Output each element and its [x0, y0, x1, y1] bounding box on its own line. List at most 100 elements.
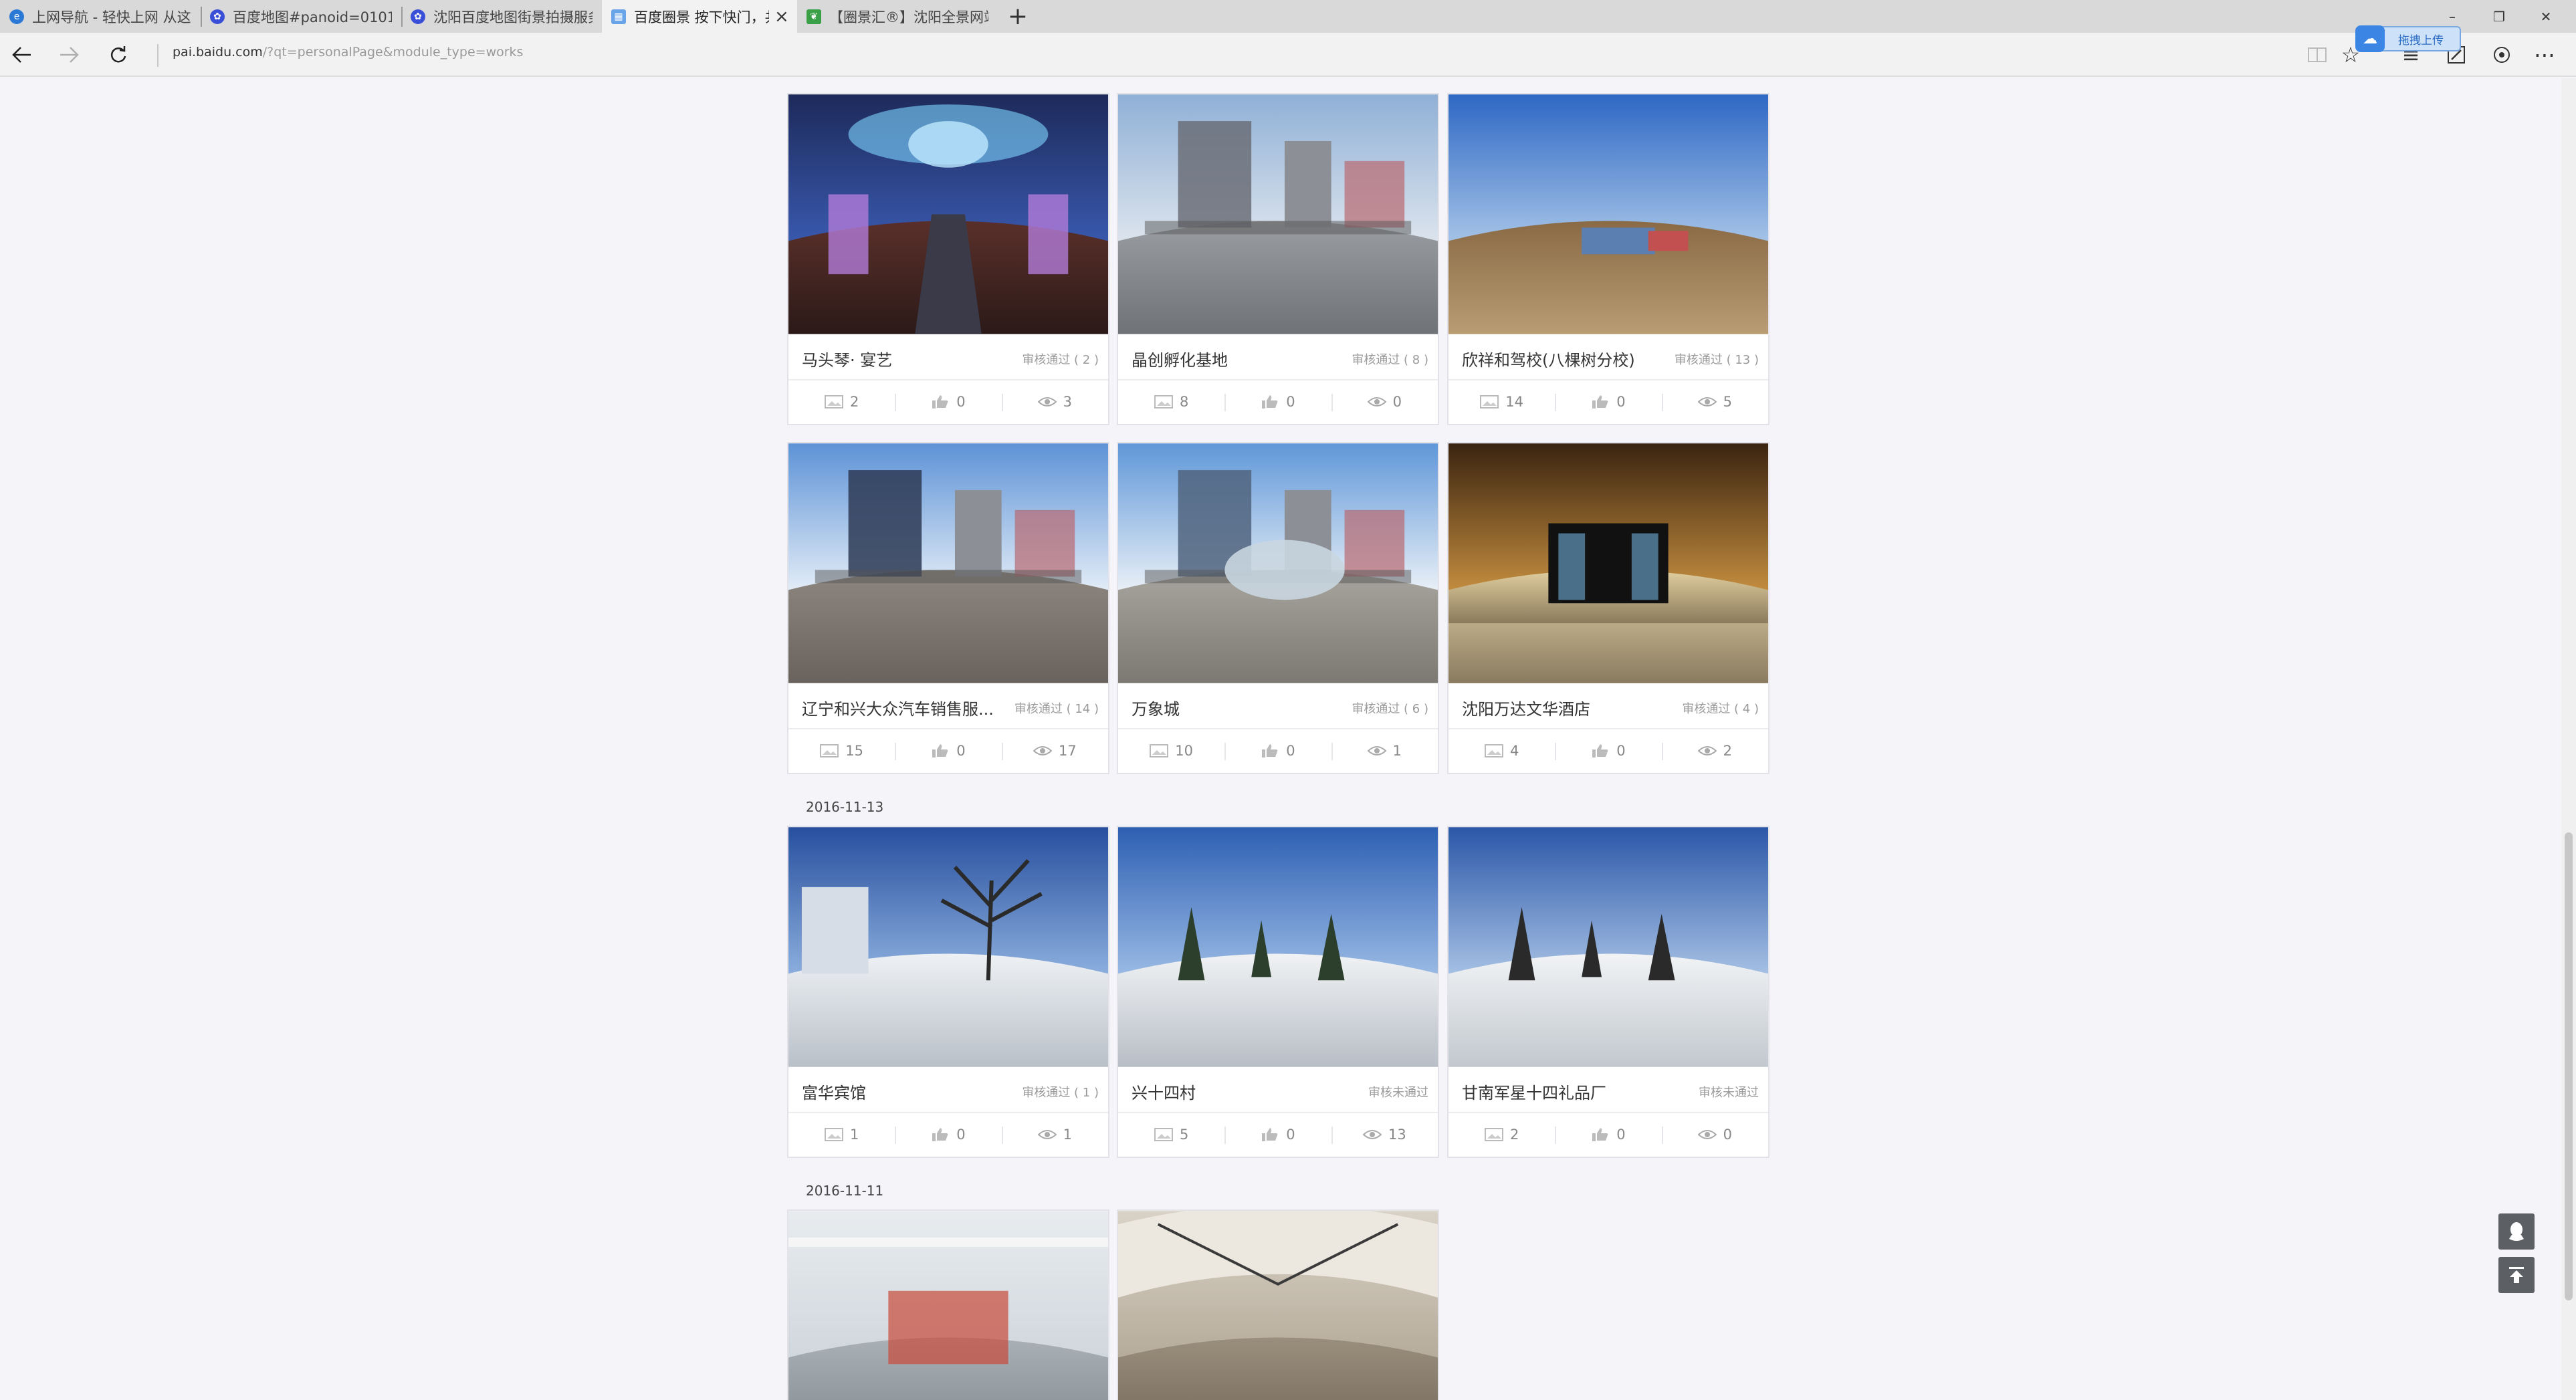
- date-label: 2016-11-13: [806, 799, 884, 815]
- panorama-thumbnail[interactable]: [1118, 94, 1438, 334]
- refresh-button[interactable]: [102, 38, 135, 72]
- reading-view-button[interactable]: [2300, 38, 2334, 72]
- view-count: 1: [1331, 729, 1438, 772]
- panorama-thumbnail[interactable]: [1118, 827, 1438, 1067]
- view-count-value: 0: [1392, 394, 1402, 410]
- work-card[interactable]: 富华宾馆 审核通过 ( 1 ) 1 0 1: [787, 826, 1109, 1158]
- qq-contact-button[interactable]: [2498, 1213, 2535, 1250]
- tab-2[interactable]: ✿ 沈阳百度地图街景拍摄服务: [401, 0, 602, 33]
- like-count-value: 0: [956, 394, 966, 410]
- photo-count-icon: [824, 395, 843, 409]
- qq-icon: [2509, 1222, 2524, 1241]
- like-count[interactable]: 0: [1555, 380, 1661, 423]
- eye-icon: [1697, 397, 1717, 406]
- back-to-top-button[interactable]: [2498, 1257, 2535, 1293]
- work-title[interactable]: 富华宾馆: [802, 1080, 866, 1103]
- panorama-thumbnail[interactable]: [1448, 94, 1768, 334]
- work-title[interactable]: 沈阳万达文华酒店: [1462, 696, 1590, 719]
- thumbs-up-icon: [1592, 744, 1608, 757]
- panorama-thumbnail[interactable]: [788, 94, 1108, 334]
- tab-strip: e 上网导航 - 轻快上网 从这里 ✿ 百度地图#panoid=010117C …: [0, 0, 2576, 33]
- work-stats: 8 0 0: [1118, 379, 1438, 423]
- like-count[interactable]: 0: [1224, 1113, 1331, 1156]
- panorama-thumbnail[interactable]: [788, 1211, 1108, 1400]
- photo-count-value: 8: [1179, 394, 1189, 410]
- like-count[interactable]: 0: [895, 380, 1001, 423]
- work-title[interactable]: 万象城: [1132, 696, 1180, 719]
- view-count: 3: [1001, 380, 1108, 423]
- tab-3-active[interactable]: ▦ 百度圈景 按下快门，共 ×: [602, 0, 797, 33]
- panorama-thumbnail[interactable]: [1118, 443, 1438, 683]
- back-button[interactable]: [5, 38, 39, 72]
- panorama-thumbnail-image: [788, 94, 1108, 334]
- photo-count-icon: [824, 1128, 843, 1141]
- work-title[interactable]: 欣祥和驾校(八棵树分校): [1462, 347, 1635, 370]
- review-status: 审核通过 ( 14 ): [1014, 702, 1099, 716]
- tab-label: 【圈景汇®】沈阳全景网站: [829, 9, 988, 25]
- work-card[interactable]: 万象城 审核通过 ( 6 ) 10 0 1: [1117, 442, 1439, 774]
- scrollbar-thumb[interactable]: [2565, 832, 2573, 1300]
- work-card[interactable]: 沈阳万达文华酒店 审核通过 ( 4 ) 4 0 2: [1447, 442, 1769, 774]
- work-card[interactable]: 欣祥和驾校(八棵树分校) 审核通过 ( 13 ) 14 0 5: [1447, 93, 1769, 425]
- thumbs-up-icon: [1262, 1128, 1278, 1141]
- thumbs-up-icon: [1592, 395, 1608, 409]
- like-count[interactable]: 0: [895, 1113, 1001, 1156]
- work-title[interactable]: 辽宁和兴大众汽车销售服...: [802, 696, 994, 719]
- panorama-thumbnail[interactable]: [1118, 1211, 1438, 1400]
- panorama-thumbnail-image: [1118, 827, 1438, 1067]
- work-stats: 5 0 13: [1118, 1112, 1438, 1156]
- photo-count-value: 5: [1179, 1127, 1189, 1143]
- tab-1[interactable]: ✿ 百度地图#panoid=010117C: [201, 0, 401, 33]
- thumbs-up-icon: [1592, 1128, 1608, 1141]
- share-button[interactable]: [2485, 38, 2518, 72]
- panorama-thumbnail[interactable]: [1448, 827, 1768, 1067]
- like-count[interactable]: 0: [1555, 1113, 1661, 1156]
- work-title[interactable]: 甘南军星十四礼品厂: [1462, 1080, 1606, 1103]
- view-count-value: 5: [1723, 394, 1732, 410]
- eye-icon: [1362, 1130, 1382, 1139]
- tab-label: 上网导航 - 轻快上网 从这里: [32, 9, 191, 25]
- like-count[interactable]: 0: [1224, 380, 1331, 423]
- page-icon: ▦: [611, 9, 626, 24]
- work-title[interactable]: 马头琴· 宴艺: [802, 347, 892, 370]
- panorama-thumbnail[interactable]: [1448, 443, 1768, 683]
- works-list: 2016-11-13 2016-11-11 马头琴· 宴艺 审核通过 ( 2 )…: [0, 78, 2576, 1400]
- restore-button[interactable]: ❐: [2476, 0, 2523, 33]
- work-card[interactable]: [1117, 1209, 1439, 1400]
- work-title[interactable]: 晶创孵化基地: [1132, 347, 1228, 370]
- new-tab-button[interactable]: +: [998, 0, 1038, 33]
- url-field[interactable]: pai.baidu.com/?qt=personalPage&module_ty…: [173, 45, 523, 60]
- panorama-thumbnail[interactable]: [788, 443, 1108, 683]
- photo-count-value: 10: [1175, 743, 1194, 759]
- eye-icon: [1037, 397, 1057, 406]
- view-count: 1: [1001, 1113, 1108, 1156]
- view-count-value: 3: [1063, 394, 1072, 410]
- work-card[interactable]: 晶创孵化基地 审核通过 ( 8 ) 8 0 0: [1117, 93, 1439, 425]
- photo-count-value: 15: [845, 743, 864, 759]
- photo-count-icon: [1484, 1128, 1503, 1141]
- tab-4[interactable]: ❦ 【圈景汇®】沈阳全景网站: [797, 0, 998, 33]
- panorama-thumbnail[interactable]: [788, 827, 1108, 1067]
- like-count[interactable]: 0: [895, 729, 1001, 772]
- work-card[interactable]: [787, 1209, 1109, 1400]
- work-stats: 1 0 1: [788, 1112, 1108, 1156]
- panorama-thumbnail-image: [1118, 94, 1438, 334]
- work-title[interactable]: 兴十四村: [1132, 1080, 1196, 1103]
- url-path: /?qt=personalPage&module_type=works: [262, 45, 524, 60]
- close-icon[interactable]: ×: [774, 7, 789, 27]
- tab-label: 沈阳百度地图街景拍摄服务: [433, 9, 593, 25]
- photo-count: 5: [1118, 1113, 1224, 1156]
- work-card[interactable]: 辽宁和兴大众汽车销售服... 审核通过 ( 14 ) 15 0 17: [787, 442, 1109, 774]
- work-card[interactable]: 甘南军星十四礼品厂 审核未通过 2 0 0: [1447, 826, 1769, 1158]
- e-icon: e: [9, 9, 24, 24]
- tab-0[interactable]: e 上网导航 - 轻快上网 从这里: [0, 0, 201, 33]
- more-button[interactable]: ⋯: [2528, 38, 2561, 72]
- panorama-thumbnail-image: [1118, 1211, 1438, 1400]
- like-count[interactable]: 0: [1224, 729, 1331, 772]
- work-card[interactable]: 马头琴· 宴艺 审核通过 ( 2 ) 2 0 3: [787, 93, 1109, 425]
- close-window-button[interactable]: ✕: [2523, 0, 2569, 33]
- like-count[interactable]: 0: [1555, 729, 1661, 772]
- work-card[interactable]: 兴十四村 审核未通过 5 0 13: [1117, 826, 1439, 1158]
- forward-button[interactable]: [52, 38, 86, 72]
- thumbs-up-icon: [1262, 395, 1278, 409]
